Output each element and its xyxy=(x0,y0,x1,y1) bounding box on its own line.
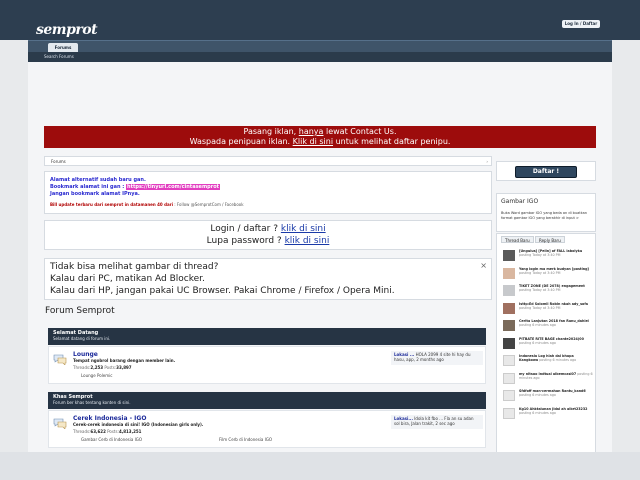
sidebar: Daftar ! Gambar IGO Buka Word gambar IGO… xyxy=(496,156,596,456)
avatar[interactable] xyxy=(503,302,515,314)
forum-row: Lounge Tempat ngobrol barang dengan memb… xyxy=(48,346,486,384)
thread-meta: posting 6 minutes ago xyxy=(519,340,556,345)
thread-meta: posting Today at 3:40 PM xyxy=(519,305,561,310)
avatar[interactable] xyxy=(503,372,515,384)
notice-line3: Jangan bookmark alamat IPnya. xyxy=(50,191,140,197)
ad-link-hanya[interactable]: hanya xyxy=(299,127,324,136)
forum-stats: Threads:63,622 Posts:4,813,251 xyxy=(73,429,142,434)
login-box: Login / daftar ? klik di sini Lupa passw… xyxy=(44,220,492,250)
close-icon[interactable]: × xyxy=(480,260,487,272)
forum-title[interactable]: Cerek Indonesia - IGO xyxy=(73,415,146,422)
avatar[interactable] xyxy=(503,355,515,366)
page-title: Forum Semprot xyxy=(45,306,115,316)
thread-item[interactable]: Isttp:Ed Solomil Robin nkah ady_sofa pos… xyxy=(503,302,593,316)
warning-line1: Tidak bisa melihat gambar di thread? xyxy=(50,262,219,272)
subforum-link[interactable]: Gambar Cerb di Indonesia IGO xyxy=(81,437,142,442)
warning-notice: × Tidak bisa melihat gambar di thread? K… xyxy=(44,258,492,300)
forum-speech-bubble-icon xyxy=(53,354,67,365)
warning-line2: Kalau dari PC, matikan Ad Blocker. xyxy=(50,274,205,284)
gambar-igo-title: Gambar IGO xyxy=(501,198,539,205)
top-header-bar: semprot Log In / Daftar xyxy=(0,0,640,40)
notice-line4: Bill update terbaru dari semprot in data… xyxy=(50,202,244,207)
footer-strip xyxy=(0,452,640,480)
register-button[interactable]: Daftar ! xyxy=(515,166,577,178)
forgot-password-link[interactable]: klik di sini xyxy=(285,236,330,246)
register-panel: Daftar ! xyxy=(496,161,596,181)
thread-tabs-panel: Thread Baru Reply Baru [Ungulus] [Pelin]… xyxy=(496,233,596,456)
login-line: Login / daftar ? klik di sini xyxy=(210,224,326,234)
tab-thread-baru[interactable]: Thread Baru xyxy=(501,236,534,243)
thread-item[interactable]: my nItsoo Indtual albemcasi07 posting 6 … xyxy=(503,372,593,386)
thread-item-text: PITBATE RITE BAGE chante2024(00 posting … xyxy=(519,337,593,345)
nav-bar: Forums xyxy=(28,40,612,53)
avatar[interactable] xyxy=(503,407,515,419)
forum-description: Cerek-cerek indonesia di sini! IGO (Indo… xyxy=(73,422,204,427)
thread-item-text: [Ungulus] [Pelin] of FALL labolyku posti… xyxy=(519,249,593,257)
ad-link-klik-di-sini[interactable]: Klik di sini xyxy=(293,137,333,146)
thread-item-text: TIKET ZONE (DE 2078) engagement posting … xyxy=(519,284,593,292)
thread-item[interactable]: Yang login ma merk budyan [posting] post… xyxy=(503,267,593,281)
thread-meta: posting Today at 3:40 PM xyxy=(519,270,561,275)
gambar-igo-text: Buka Word gambar IGO yang beda an di bua… xyxy=(501,211,587,220)
warning-line3: Kalau dari HP, jangan pakai UC Browser. … xyxy=(50,286,395,296)
thread-meta: posting 6 minutes ago xyxy=(519,323,556,328)
last-post[interactable]: Lokasi ... HOLA 2099 4 site hi hay du ha… xyxy=(391,351,483,365)
avatar[interactable] xyxy=(503,250,515,261)
thread-item-text: Indonesia Log hlah dai bhapa Kangkowa po… xyxy=(519,354,593,362)
thread-item[interactable]: Sfdfoff man-cermahan Rantu_kand6 posting… xyxy=(503,389,593,403)
thread-item[interactable]: Kg10 Ahktalunan Jidal ah albrt23232 post… xyxy=(503,407,593,421)
last-post[interactable]: Lokasi... Idola kit fbo ... Fla an su ad… xyxy=(391,415,483,429)
avatar[interactable] xyxy=(503,285,515,296)
thread-meta: posting 6 minutes ago xyxy=(519,410,556,415)
notice-line2: Bookmark alamat ini gan : https://tinyur… xyxy=(50,184,221,190)
forum-speech-bubble-icon xyxy=(53,418,67,429)
avatar[interactable] xyxy=(503,390,515,401)
gambar-igo-panel: Gambar IGO Buka Word gambar IGO yang bed… xyxy=(496,193,596,232)
notice-box: Alamat alternatif sudah baru gan. Bookma… xyxy=(44,171,492,214)
thread-item-text: Yang login ma merk budyan [posting] post… xyxy=(519,267,593,275)
ad-banner-line2: Waspada penipuan iklan. Klik di sini unt… xyxy=(189,137,451,146)
thread-meta: posting 6 minutes ago xyxy=(519,393,556,398)
forgot-password-line: Lupa password ? klik di sini xyxy=(206,236,330,246)
category-header[interactable]: Selamat Datang Selamat datang di forum i… xyxy=(48,328,486,345)
thread-item-text: my nItsoo Indtual albemcasi07 posting 6 … xyxy=(519,372,593,380)
breadcrumb: Forums › xyxy=(44,156,492,166)
forum-stats: Threads:2,253 Posts:33,897 xyxy=(73,365,132,370)
forum-title[interactable]: Lounge xyxy=(73,351,98,358)
thread-meta: posting 6 minutes ago xyxy=(539,358,577,363)
notice-url[interactable]: https://tinyurl.com/cintasemprot xyxy=(126,184,221,190)
breadcrumb-forums[interactable]: Forums xyxy=(51,159,66,164)
forum-row: Cerek Indonesia - IGO Cerek-cerek indone… xyxy=(48,410,486,448)
avatar[interactable] xyxy=(503,337,515,349)
thread-item[interactable]: [Ungulus] [Pelin] of FALL labolyku posti… xyxy=(503,249,593,263)
thread-item-text: Sfdfoff man-cermahan Rantu_kand6 posting… xyxy=(519,389,593,397)
thread-item-text: Cerita Lanjutan 2018 fan Ranu_dahlei pos… xyxy=(519,319,593,327)
avatar[interactable] xyxy=(503,320,515,331)
subforum-link[interactable]: Lounge Polemic xyxy=(81,373,112,378)
thread-item[interactable]: PITBATE RITE BAGE chante2024(00 posting … xyxy=(503,337,593,351)
forum-description: Tempat ngobrol barang dengan member lain… xyxy=(73,358,176,363)
thread-meta: posting Today at 3:40 PM xyxy=(519,288,561,293)
site-logo[interactable]: semprot xyxy=(36,22,98,38)
avatar[interactable] xyxy=(503,267,515,279)
breadcrumb-expand-icon[interactable]: › xyxy=(486,157,488,166)
thread-item[interactable]: Indonesia Log hlah dai bhapa Kangkowa po… xyxy=(503,354,593,368)
thread-item-text: Kg10 Ahktalunan Jidal ah albrt23232 post… xyxy=(519,407,593,415)
notice-line1: Alamat alternatif sudah baru gan. xyxy=(50,177,146,183)
thread-item[interactable]: TIKET ZONE (DE 2078) engagement posting … xyxy=(503,284,593,298)
login-link[interactable]: klik di sini xyxy=(281,224,326,234)
thread-item-text: Isttp:Ed Solomil Robin nkah ady_sofa pos… xyxy=(519,302,593,310)
category-header[interactable]: Khas Semprot Forum ber khas tentang kont… xyxy=(48,392,486,409)
thread-item[interactable]: Cerita Lanjutan 2018 fan Ranu_dahlei pos… xyxy=(503,319,593,333)
thread-meta: posting Today at 3:40 PM xyxy=(519,253,561,258)
subnav-search-forums[interactable]: Search Forums xyxy=(28,52,612,62)
subforum-link[interactable]: Film Cerb di Indonesia IGO xyxy=(219,437,272,442)
ad-banner: Pasang iklan, hanya lewat Contact Us. Wa… xyxy=(44,126,596,148)
ad-banner-line1: Pasang iklan, hanya lewat Contact Us. xyxy=(243,127,397,136)
tab-reply-baru[interactable]: Reply Baru xyxy=(535,236,565,243)
login-register-button[interactable]: Log In / Daftar xyxy=(562,20,600,28)
